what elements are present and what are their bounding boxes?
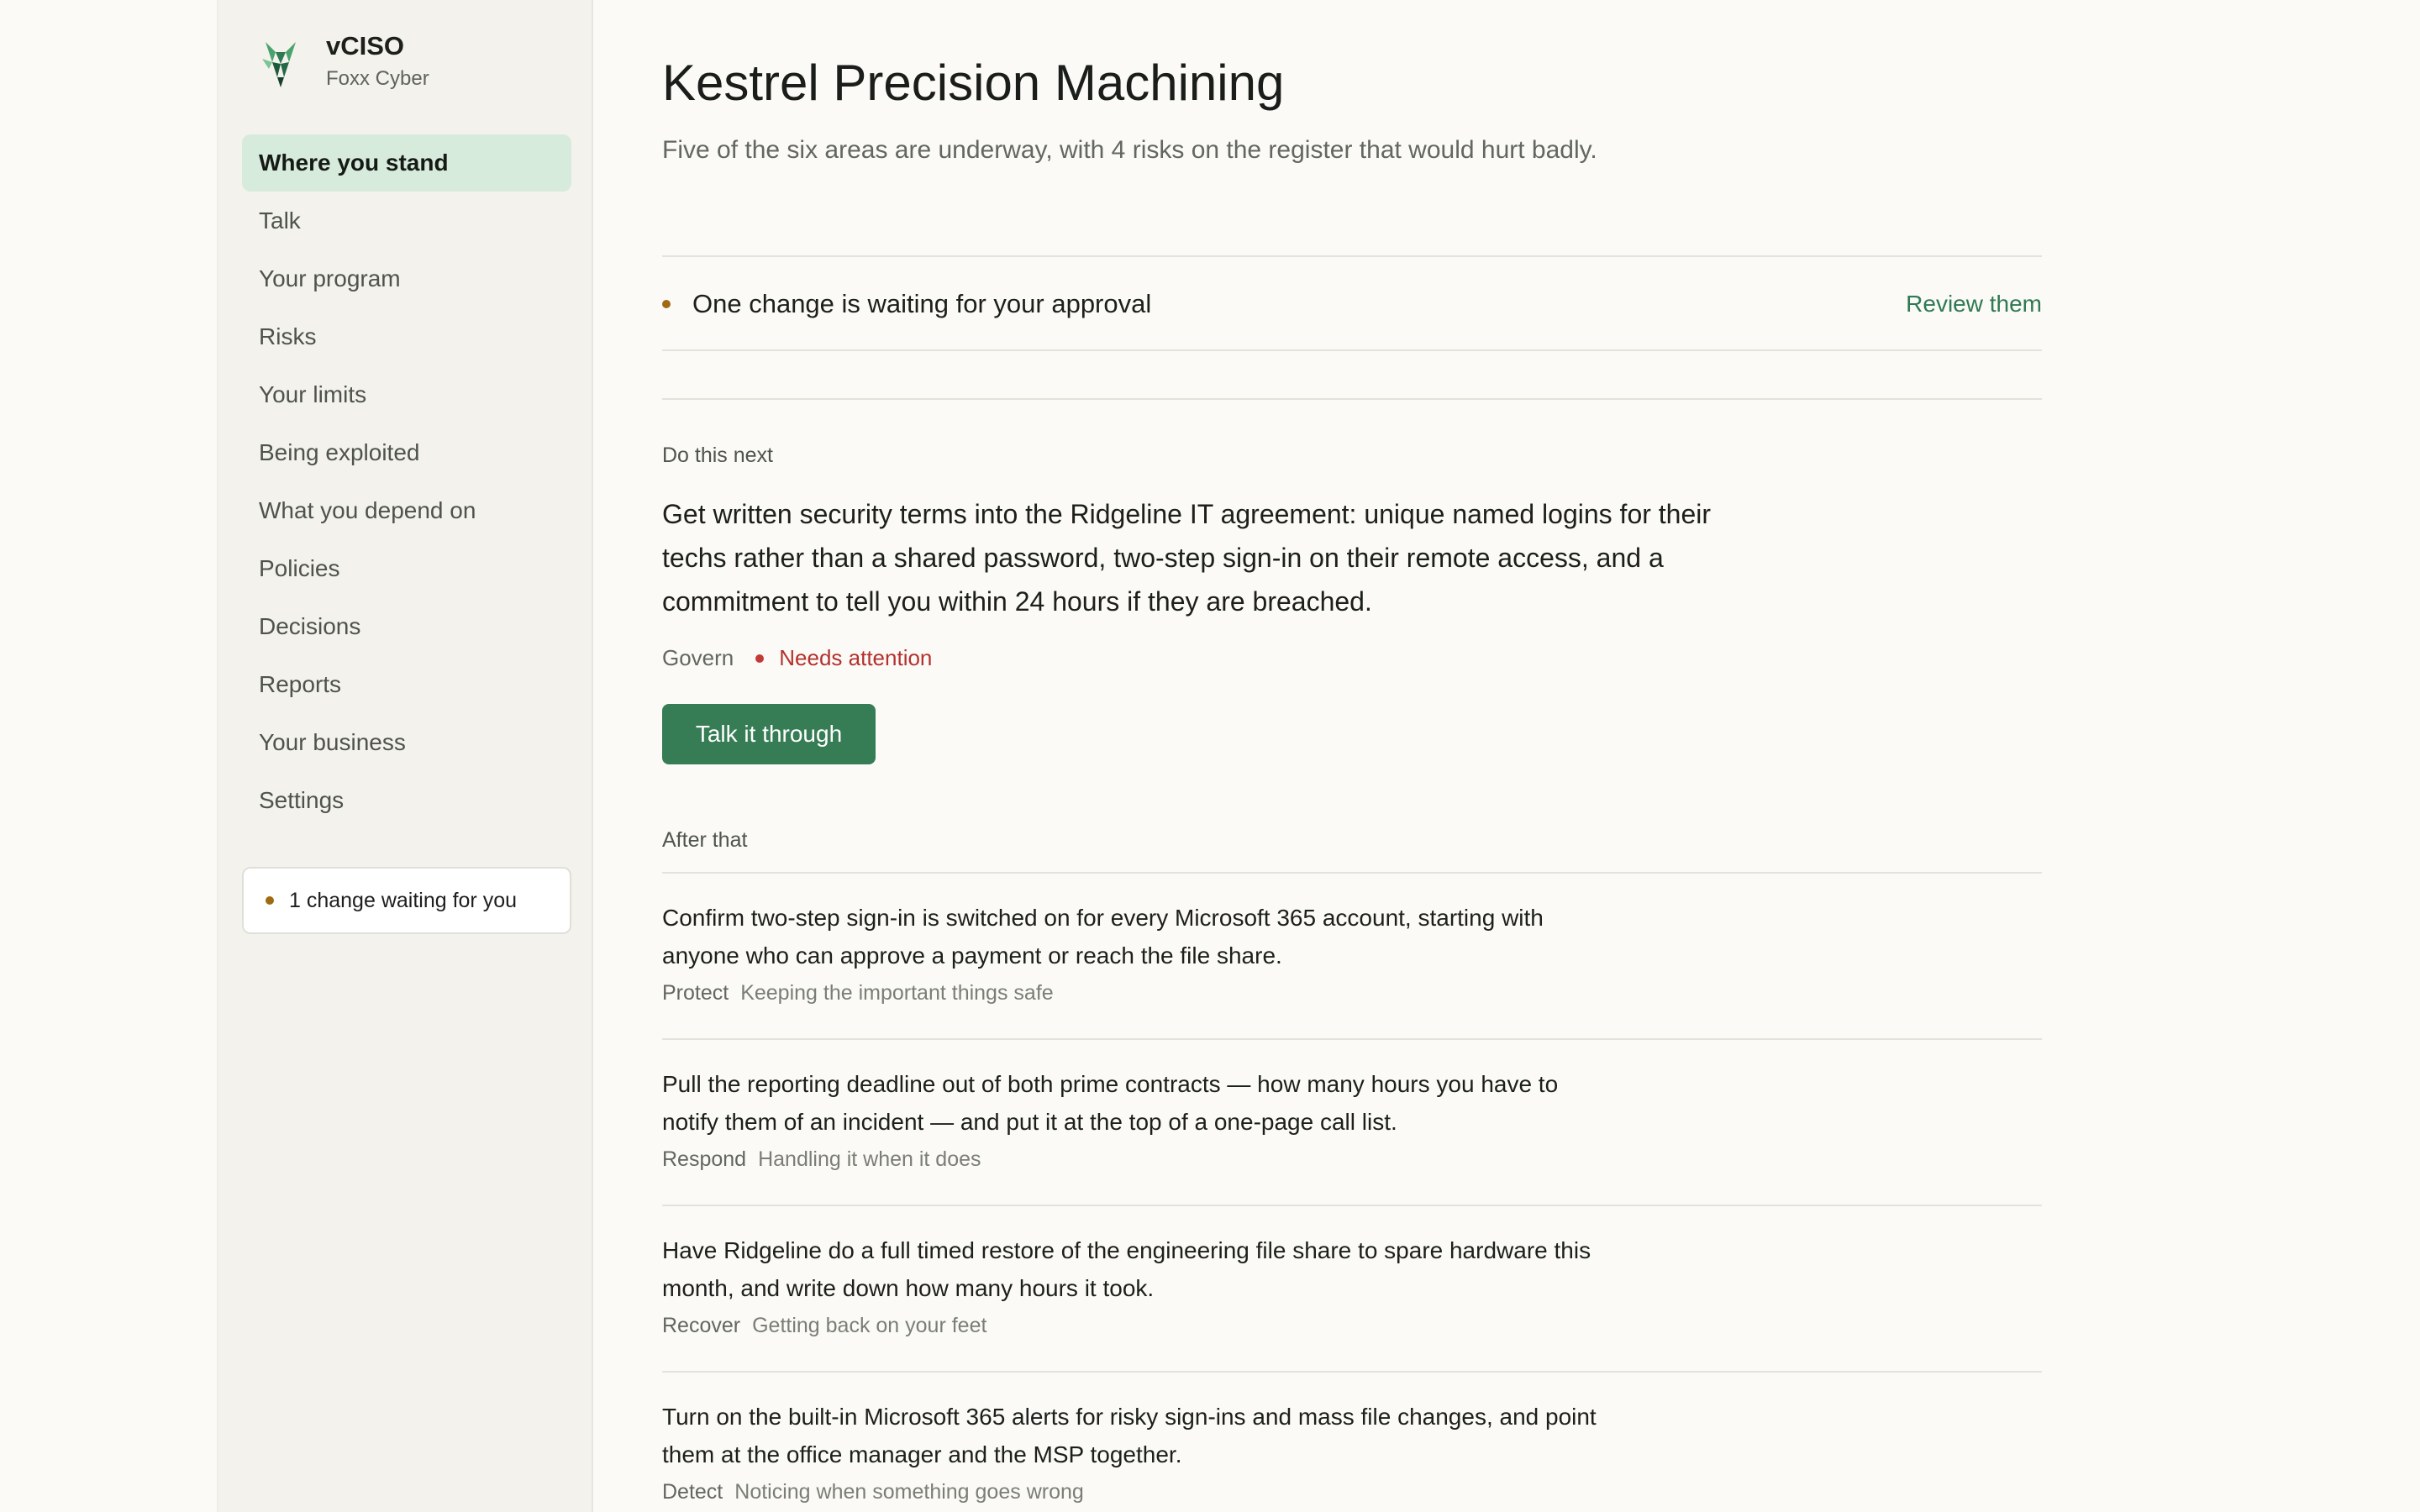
list-item-area: Recover: [662, 1314, 741, 1337]
brand-subtitle: Foxx Cyber: [326, 67, 429, 90]
list-item[interactable]: Have Ridgeline do a full timed restore o…: [662, 1205, 2042, 1371]
list-item-area: Protect: [662, 981, 729, 1005]
after-that-label: After that: [662, 828, 748, 852]
next-action-status: Needs attention: [779, 645, 933, 670]
list-item-area-desc: Keeping the important things safe: [740, 981, 1054, 1005]
page-summary: Five of the six areas are underway, with…: [662, 136, 1597, 164]
list-item-meta: Recover Getting back on your feet: [662, 1314, 2042, 1338]
list-item-area-desc: Handling it when it does: [758, 1147, 981, 1171]
sidebar-item-decisions[interactable]: Decisions: [242, 598, 571, 655]
approval-dot-icon: [662, 300, 671, 308]
list-item-area: Respond: [662, 1147, 747, 1171]
brand: vCISO Foxx Cyber: [260, 30, 429, 96]
list-item[interactable]: Turn on the built-in Microsoft 365 alert…: [662, 1371, 2042, 1512]
sidebar-item-policies[interactable]: Policies: [242, 540, 571, 597]
list-item-meta: Protect Keeping the important things safe: [662, 981, 2042, 1005]
sidebar-item-your-business[interactable]: Your business: [242, 714, 571, 771]
attention-dot-icon: [755, 654, 765, 663]
sidebar-item-your-limits[interactable]: Your limits: [242, 366, 571, 423]
after-that-list: Confirm two-step sign-in is switched on …: [662, 872, 2042, 1512]
sidebar-item-talk[interactable]: Talk: [242, 192, 571, 249]
next-action-text: Get written security terms into the Ridg…: [662, 499, 1712, 617]
next-action-meta: Govern Needs attention: [662, 645, 932, 671]
list-item-area-desc: Noticing when something goes wrong: [734, 1480, 1084, 1504]
sidebar: vCISO Foxx Cyber Where you stand Talk Yo…: [217, 0, 593, 1512]
divider: [662, 398, 2042, 400]
sidebar-nav: Where you stand Talk Your program Risks …: [242, 134, 571, 830]
list-item-text: Confirm two-step sign-in is switched on …: [662, 905, 1544, 969]
fox-logo-icon: [262, 42, 296, 87]
review-them-link[interactable]: Review them: [1906, 291, 2042, 318]
list-item-area: Detect: [662, 1480, 723, 1504]
list-item-meta: Detect Noticing when something goes wrong: [662, 1480, 2042, 1504]
divider: [662, 349, 2042, 351]
talk-it-through-button[interactable]: Talk it through: [662, 704, 876, 764]
list-item[interactable]: Pull the reporting deadline out of both …: [662, 1038, 2042, 1205]
sidebar-item-where-you-stand[interactable]: Where you stand: [242, 134, 571, 192]
list-item-area-desc: Getting back on your feet: [752, 1314, 987, 1337]
app: vCISO Foxx Cyber Where you stand Talk Yo…: [0, 0, 2420, 1512]
page-title: Kestrel Precision Machining: [662, 55, 1285, 111]
next-action-area: Govern: [662, 645, 734, 670]
list-item-text: Turn on the built-in Microsoft 365 alert…: [662, 1404, 1597, 1467]
approval-text: One change is waiting for your approval: [692, 289, 1152, 318]
pending-changes-card[interactable]: 1 change waiting for you: [242, 867, 571, 934]
sidebar-item-being-exploited[interactable]: Being exploited: [242, 424, 571, 481]
approval-banner: One change is waiting for your approval …: [662, 257, 2042, 351]
pending-dot-icon: [266, 896, 274, 905]
sidebar-item-what-you-depend-on[interactable]: What you depend on: [242, 482, 571, 539]
list-item-meta: Respond Handling it when it does: [662, 1147, 2042, 1172]
sidebar-item-your-program[interactable]: Your program: [242, 250, 571, 307]
sidebar-item-settings[interactable]: Settings: [242, 772, 571, 829]
sidebar-item-reports[interactable]: Reports: [242, 656, 571, 713]
list-item-text: Pull the reporting deadline out of both …: [662, 1071, 1559, 1135]
do-this-next-label: Do this next: [662, 444, 774, 467]
list-item[interactable]: Confirm two-step sign-in is switched on …: [662, 872, 2042, 1038]
brand-name: vCISO: [326, 31, 405, 60]
pending-changes-label: 1 change waiting for you: [289, 888, 518, 912]
sidebar-item-risks[interactable]: Risks: [242, 308, 571, 365]
list-item-text: Have Ridgeline do a full timed restore o…: [662, 1237, 1591, 1301]
